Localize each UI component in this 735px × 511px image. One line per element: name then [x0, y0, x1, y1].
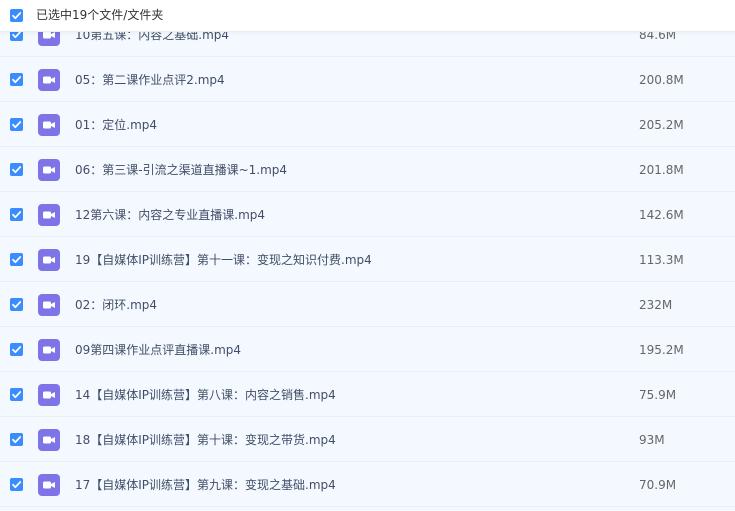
file-size: 113.3M — [639, 253, 684, 267]
row-checkbox[interactable] — [10, 478, 23, 491]
video-file-icon — [38, 159, 60, 181]
file-row[interactable]: 17【自媒体IP训练营】第九课：变现之基础.mp4 70.9M — [0, 462, 735, 507]
row-checkbox[interactable] — [10, 163, 23, 176]
row-checkbox[interactable] — [10, 208, 23, 221]
file-name[interactable]: 14【自媒体IP训练营】第八课：内容之销售.mp4 — [75, 387, 336, 403]
file-row[interactable]: 01：定位.mp4 205.2M — [0, 102, 735, 147]
video-file-icon — [38, 204, 60, 226]
checkmark-icon — [12, 346, 22, 354]
file-name[interactable]: 19【自媒体IP训练营】第十一课：变现之知识付费.mp4 — [75, 252, 372, 268]
list-bottom-edge — [0, 507, 735, 511]
video-file-icon — [38, 474, 60, 496]
video-file-icon — [38, 294, 60, 316]
row-checkbox[interactable] — [10, 388, 23, 401]
checkmark-icon — [12, 436, 22, 444]
checkmark-icon — [12, 391, 22, 399]
file-size: 70.9M — [639, 478, 677, 492]
file-list: 10第五课：内容之基础.mp4 84.6M 05：第二课作业点评2.mp4 20… — [0, 12, 735, 507]
checkmark-icon — [12, 301, 22, 309]
file-row[interactable]: 18【自媒体IP训练营】第十课：变现之带货.mp4 93M — [0, 417, 735, 462]
file-name[interactable]: 12第六课：内容之专业直播课.mp4 — [75, 207, 265, 223]
row-checkbox[interactable] — [10, 253, 23, 266]
checkmark-icon — [12, 121, 22, 129]
file-name[interactable]: 01：定位.mp4 — [75, 117, 157, 133]
file-name[interactable]: 02：闭环.mp4 — [75, 297, 157, 313]
file-size: 195.2M — [639, 343, 684, 357]
file-name[interactable]: 09第四课作业点评直播课.mp4 — [75, 342, 241, 358]
video-file-icon — [38, 249, 60, 271]
row-checkbox[interactable] — [10, 73, 23, 86]
file-row[interactable]: 06：第三课-引流之渠道直播课~1.mp4 201.8M — [0, 147, 735, 192]
checkmark-icon — [12, 76, 22, 84]
video-file-icon — [38, 114, 60, 136]
checkmark-icon — [12, 12, 22, 20]
video-file-icon — [38, 384, 60, 406]
file-size: 205.2M — [639, 118, 684, 132]
select-all-checkbox[interactable] — [10, 9, 23, 22]
file-row[interactable]: 12第六课：内容之专业直播课.mp4 142.6M — [0, 192, 735, 237]
checkmark-icon — [12, 211, 22, 219]
file-row[interactable]: 14【自媒体IP训练营】第八课：内容之销售.mp4 75.9M — [0, 372, 735, 417]
file-size: 200.8M — [639, 73, 684, 87]
file-row[interactable]: 02：闭环.mp4 232M — [0, 282, 735, 327]
video-file-icon — [38, 69, 60, 91]
file-name[interactable]: 06：第三课-引流之渠道直播课~1.mp4 — [75, 162, 287, 178]
row-checkbox[interactable] — [10, 118, 23, 131]
file-row[interactable]: 05：第二课作业点评2.mp4 200.8M — [0, 57, 735, 102]
checkmark-icon — [12, 256, 22, 264]
selection-count-label: 已选中19个文件/文件夹 — [36, 8, 164, 22]
row-checkbox[interactable] — [10, 343, 23, 356]
file-size: 201.8M — [639, 163, 684, 177]
file-row[interactable]: 19【自媒体IP训练营】第十一课：变现之知识付费.mp4 113.3M — [0, 237, 735, 282]
file-row[interactable]: 09第四课作业点评直播课.mp4 195.2M — [0, 327, 735, 372]
video-file-icon — [38, 339, 60, 361]
selection-header: 已选中19个文件/文件夹 — [0, 0, 735, 32]
row-checkbox[interactable] — [10, 298, 23, 311]
file-size: 232M — [639, 298, 673, 312]
file-size: 93M — [639, 433, 665, 447]
file-size: 142.6M — [639, 208, 684, 222]
checkmark-icon — [12, 166, 22, 174]
video-file-icon — [38, 429, 60, 451]
checkmark-icon — [12, 481, 22, 489]
file-size: 75.9M — [639, 388, 677, 402]
file-name[interactable]: 17【自媒体IP训练营】第九课：变现之基础.mp4 — [75, 477, 336, 493]
file-name[interactable]: 05：第二课作业点评2.mp4 — [75, 72, 225, 88]
row-checkbox[interactable] — [10, 433, 23, 446]
file-name[interactable]: 18【自媒体IP训练营】第十课：变现之带货.mp4 — [75, 432, 336, 448]
